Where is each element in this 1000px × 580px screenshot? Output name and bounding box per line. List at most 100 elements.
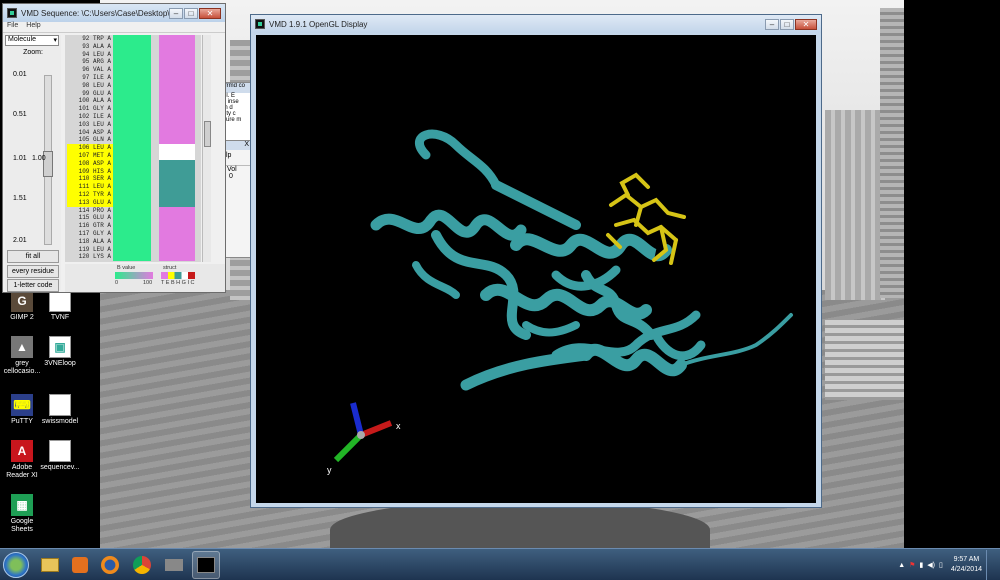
opengl-display-window[interactable]: VMD 1.9.1 OpenGL Display – □ ✕ x y	[250, 14, 822, 508]
residue-row[interactable]: 111 LEU A	[65, 183, 201, 191]
residue-row[interactable]: 103 LEU A	[65, 120, 201, 129]
sequence-titlebar[interactable]: VMD Sequence: \C:\Users\Case\Desktop\3VN…	[3, 4, 225, 22]
residue-label[interactable]: 98 LEU A	[67, 82, 113, 90]
menu-file[interactable]: File	[7, 22, 18, 32]
residue-label[interactable]: 106 LEU A	[67, 144, 113, 152]
molecule-select[interactable]: Molecule ▾	[5, 35, 59, 46]
residue-row[interactable]: 116 GTR A	[65, 222, 201, 230]
residue-label[interactable]: 110 SER A	[67, 175, 113, 184]
residue-row[interactable]: 119 LEU A	[65, 245, 201, 254]
residue-row[interactable]: 94 LEU A	[65, 50, 201, 59]
residue-row[interactable]: 117 GLY A	[65, 229, 201, 238]
residue-label[interactable]: 97 ILE A	[67, 74, 113, 82]
maximize-button[interactable]: □	[184, 7, 198, 19]
residue-label[interactable]: 109 HIS A	[67, 167, 113, 176]
scrollbar-thumb[interactable]	[204, 121, 211, 147]
residue-label[interactable]: 103 LEU A	[67, 121, 113, 129]
firefox-icon[interactable]	[96, 551, 124, 579]
residue-label[interactable]: 112 TYR A	[67, 190, 113, 199]
residue-row[interactable]: 113 GLU A	[65, 198, 201, 207]
show-desktop-button[interactable]	[986, 550, 996, 580]
residue-row[interactable]: 118 ALA A	[65, 237, 201, 246]
residue-label[interactable]: 105 GLN A	[67, 136, 113, 144]
vmd-icon[interactable]	[192, 551, 220, 579]
residue-label[interactable]: 111 LEU A	[67, 183, 113, 191]
desktop-icon-sequencev[interactable]: sequencev...	[38, 440, 82, 472]
residue-row[interactable]: 96 VAL A	[65, 66, 201, 74]
residue-row[interactable]: 107 MET A	[65, 151, 201, 160]
molecule-viewport[interactable]: x y	[256, 35, 816, 503]
residue-row[interactable]: 109 HIS A	[65, 167, 201, 176]
minimize-button[interactable]: –	[765, 18, 779, 30]
opengl-titlebar[interactable]: VMD 1.9.1 OpenGL Display – □ ✕	[251, 15, 821, 33]
residue-label[interactable]: 93 ALA A	[67, 43, 113, 51]
residue-row[interactable]: 99 GLU A	[65, 89, 201, 98]
vmd-main-window[interactable]: X lp Vol 0	[222, 140, 252, 258]
residue-label[interactable]: 96 VAL A	[67, 66, 113, 74]
start-button[interactable]	[3, 552, 29, 578]
help-menu[interactable]: lp	[223, 150, 251, 159]
residue-row[interactable]: 102 ILE A	[65, 112, 201, 121]
residue-label[interactable]: 102 ILE A	[67, 113, 113, 121]
residue-row[interactable]: 106 LEU A	[65, 144, 201, 152]
minimize-button[interactable]: –	[169, 7, 183, 19]
residue-row[interactable]: 110 SER A	[65, 175, 201, 184]
vmd-console-window[interactable]: frmd co ol. E k inse in d rity c cure m	[222, 82, 252, 142]
residue-label[interactable]: 99 GLU A	[67, 90, 113, 98]
residue-list[interactable]: 92 TRP A 93 ALA A 94 LEU A 95 ARG A 96 VAL A…	[65, 35, 201, 262]
residue-label[interactable]: 92 TRP A	[67, 35, 113, 43]
close-button[interactable]: ✕	[795, 18, 817, 30]
residue-row[interactable]: 100 ALA A	[65, 97, 201, 106]
tool-icon[interactable]	[160, 551, 188, 579]
close-icon[interactable]: X	[223, 141, 251, 150]
media-player-icon[interactable]	[66, 551, 94, 579]
volume-icon[interactable]: ◀)	[927, 561, 935, 569]
residue-label[interactable]: 115 GLU A	[67, 214, 113, 222]
residue-row[interactable]: 105 GLN A	[65, 136, 201, 145]
clock[interactable]: 9:57 AM 4/24/2014	[951, 555, 982, 575]
residue-scrollbar[interactable]	[202, 35, 211, 262]
residue-label[interactable]: 95 ARG A	[67, 58, 113, 66]
residue-row[interactable]: 108 ASP A	[65, 159, 201, 168]
residue-row[interactable]: 98 LEU A	[65, 81, 201, 90]
residue-row[interactable]: 95 ARG A	[65, 58, 201, 67]
residue-label[interactable]: 94 LEU A	[67, 51, 113, 59]
windows-explorer-icon[interactable]	[36, 551, 64, 579]
menu-help[interactable]: Help	[26, 22, 40, 32]
power-icon[interactable]: ▯	[939, 561, 943, 569]
residue-row[interactable]: 97 ILE A	[65, 73, 201, 82]
residue-row[interactable]: 120 LYS A	[65, 253, 201, 262]
residue-label[interactable]: 118 ALA A	[67, 238, 113, 246]
chrome-icon[interactable]	[128, 551, 156, 579]
desktop-icon-3vneloop[interactable]: ▣ 3VNEloop	[38, 336, 82, 368]
one-letter-code-button[interactable]: 1-letter code	[7, 279, 59, 292]
residue-row[interactable]: 101 GLY A	[65, 105, 201, 113]
residue-label[interactable]: 101 GLY A	[67, 105, 113, 113]
residue-label[interactable]: 104 ASP A	[67, 129, 113, 137]
residue-label[interactable]: 100 ALA A	[67, 97, 113, 105]
maximize-button[interactable]: □	[780, 18, 794, 30]
show-hidden-icons-icon[interactable]: ▲	[898, 562, 905, 569]
residue-label[interactable]: 108 ASP A	[67, 159, 113, 168]
desktop-icon-google-sheets[interactable]: ▦ Google Sheets	[0, 494, 44, 534]
residue-row[interactable]: 112 TYR A	[65, 190, 201, 199]
residue-label[interactable]: 114 PRO A	[67, 207, 113, 215]
residue-row[interactable]: 115 GLU A	[65, 214, 201, 223]
desktop-icon-tvnf[interactable]: TVNF	[38, 290, 82, 322]
residue-row[interactable]: 114 PRO A	[65, 206, 201, 215]
action-center-icon[interactable]: ⚑	[909, 561, 915, 569]
network-icon[interactable]: ▮	[919, 561, 923, 569]
fit-all-button[interactable]: fit all	[7, 250, 59, 263]
residue-row[interactable]: 92 TRP A	[65, 35, 201, 43]
close-button[interactable]: ✕	[199, 7, 221, 19]
sequence-window[interactable]: VMD Sequence: \C:\Users\Case\Desktop\3VN…	[2, 3, 226, 293]
residue-label[interactable]: 119 LEU A	[67, 246, 113, 254]
residue-row[interactable]: 93 ALA A	[65, 42, 201, 51]
desktop-icon-swissmodel[interactable]: swissmodel	[38, 394, 82, 426]
residue-label[interactable]: 107 MET A	[67, 151, 113, 160]
residue-label[interactable]: 117 GLY A	[67, 230, 113, 238]
residue-label[interactable]: 120 LYS A	[67, 253, 113, 261]
every-residue-button[interactable]: every residue	[7, 265, 59, 278]
residue-label[interactable]: 113 GLU A	[67, 198, 113, 207]
residue-row[interactable]: 104 ASP A	[65, 128, 201, 137]
